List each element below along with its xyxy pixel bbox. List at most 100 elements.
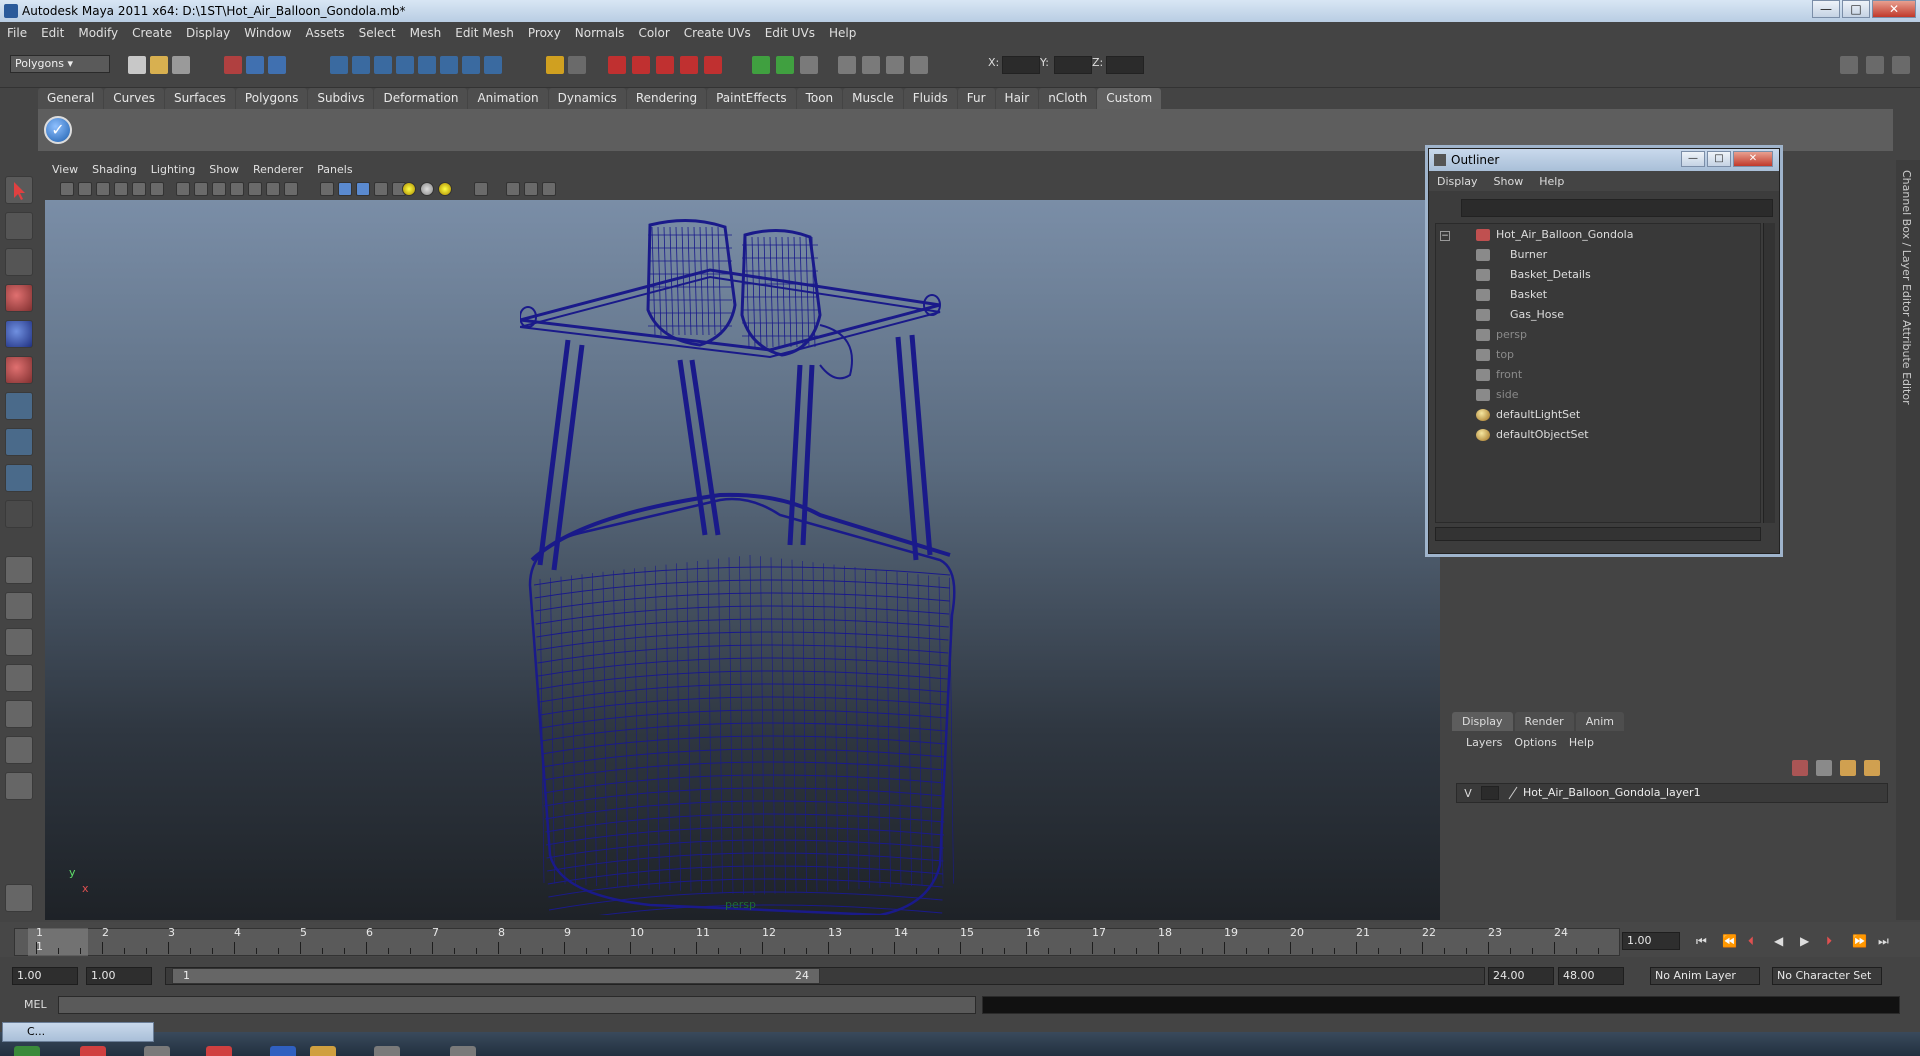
taskbar-app-icon[interactable]: [80, 1046, 106, 1056]
hypershade-layout-icon[interactable]: [5, 700, 33, 728]
layer-stack-icon[interactable]: [1816, 760, 1832, 776]
outliner-maximize-button[interactable]: □: [1707, 151, 1731, 167]
new-empty-layer-icon[interactable]: [1864, 760, 1880, 776]
outliner-collapse-icon[interactable]: −: [1440, 226, 1450, 244]
snap-grid-icon[interactable]: [330, 56, 348, 74]
shelf-tab-subdivs[interactable]: Subdivs: [308, 88, 374, 109]
render-view-icon[interactable]: [704, 56, 722, 74]
mel-label[interactable]: MEL: [24, 998, 47, 1011]
universal-manipulator-icon[interactable]: [5, 392, 33, 420]
play-backward-icon[interactable]: ◀: [1774, 934, 1783, 948]
viewport-menu-shading[interactable]: Shading: [85, 163, 144, 176]
save-scene-icon[interactable]: [172, 56, 190, 74]
grease-pencil-icon[interactable]: [150, 182, 164, 196]
custom-layout-icon[interactable]: [5, 772, 33, 800]
outliner-item-top[interactable]: top: [1476, 346, 1514, 364]
create-layer-from-selected-icon[interactable]: [1840, 760, 1856, 776]
field-chart-icon[interactable]: [248, 182, 262, 196]
step-forward-key-icon[interactable]: ⏩: [1852, 934, 1867, 948]
safe-action-icon[interactable]: [266, 182, 280, 196]
side-tab-attribute-editor[interactable]: Attribute Editor: [1900, 320, 1913, 405]
animation-start-field[interactable]: 1.00: [12, 967, 78, 985]
select-hierarchy-icon[interactable]: [224, 56, 242, 74]
two-d-pan-icon[interactable]: [132, 182, 146, 196]
start-button-icon[interactable]: [14, 1046, 40, 1056]
help-icon[interactable]: [484, 56, 502, 74]
layer-tab-anim[interactable]: Anim: [1575, 712, 1624, 731]
current-time-field[interactable]: 1.00: [1622, 932, 1680, 950]
hypershade-icon[interactable]: [680, 56, 698, 74]
y-field[interactable]: [1054, 56, 1092, 74]
viewport-menu-view[interactable]: View: [45, 163, 85, 176]
anim-layer-selector[interactable]: No Anim Layer: [1650, 967, 1760, 985]
new-layer-icon[interactable]: [1792, 760, 1808, 776]
menu-select[interactable]: Select: [352, 26, 403, 40]
x-field[interactable]: [1002, 56, 1040, 74]
z-field[interactable]: [1106, 56, 1144, 74]
shelf-tab-hair[interactable]: Hair: [995, 88, 1039, 109]
shelf-tab-general[interactable]: General: [38, 88, 104, 109]
layer-visibility-toggle[interactable]: V: [1459, 785, 1477, 801]
taskbar-app-icon[interactable]: [206, 1046, 232, 1056]
menu-edit[interactable]: Edit: [34, 26, 71, 40]
layer-tab-display[interactable]: Display: [1452, 712, 1513, 731]
rotate-tool-icon[interactable]: [5, 320, 33, 348]
close-button[interactable]: ✕: [1872, 0, 1916, 18]
menu-set-selector[interactable]: Polygons ▾: [10, 55, 110, 73]
two-sided-lighting-icon[interactable]: [542, 182, 556, 196]
selection-highlight-icon[interactable]: [568, 56, 586, 74]
outliner-filter-field[interactable]: [1461, 199, 1773, 217]
taskbar-app-icon[interactable]: [310, 1046, 336, 1056]
paint-select-tool-icon[interactable]: [5, 248, 33, 276]
outliner-menu-show[interactable]: Show: [1486, 175, 1532, 188]
shelf-tab-painteffects[interactable]: PaintEffects: [707, 88, 796, 109]
shelf-tab-muscle[interactable]: Muscle: [843, 88, 903, 109]
animation-end-field[interactable]: 48.00: [1558, 967, 1624, 985]
resolution-gate-icon[interactable]: [212, 182, 226, 196]
menu-edit-uvs[interactable]: Edit UVs: [758, 26, 822, 40]
character-set-selector[interactable]: No Character Set: [1772, 967, 1882, 985]
viewport-menu-panels[interactable]: Panels: [310, 163, 359, 176]
tool-settings-toggle-icon[interactable]: [862, 56, 880, 74]
menu-help[interactable]: Help: [822, 26, 863, 40]
menu-proxy[interactable]: Proxy: [521, 26, 568, 40]
menu-create[interactable]: Create: [125, 26, 179, 40]
attribute-editor-toggle-icon[interactable]: [838, 56, 856, 74]
go-to-start-icon[interactable]: ⏮: [1696, 934, 1707, 949]
gondola-wireframe-model[interactable]: [520, 215, 970, 915]
playback-start-field[interactable]: 1.00: [86, 967, 152, 985]
sidebar-toggle-icon[interactable]: [800, 56, 818, 74]
input-line-icon[interactable]: [776, 56, 794, 74]
persp-outliner-layout-icon[interactable]: [5, 628, 33, 656]
viewport-menu-show[interactable]: Show: [202, 163, 246, 176]
taskbar-app-icon[interactable]: [374, 1046, 400, 1056]
outliner-item-burner[interactable]: Burner: [1476, 246, 1547, 264]
outliner-item-gas-hose[interactable]: Gas_Hose: [1476, 306, 1564, 324]
single-perspective-layout-icon[interactable]: [5, 556, 33, 584]
outliner-menu-display[interactable]: Display: [1429, 175, 1486, 188]
menu-color[interactable]: Color: [631, 26, 676, 40]
snap-curve-icon[interactable]: [352, 56, 370, 74]
gate-mask-icon[interactable]: [230, 182, 244, 196]
select-tool-icon[interactable]: [5, 176, 33, 204]
bookmark-icon[interactable]: [96, 182, 110, 196]
shelf-tab-animation[interactable]: Animation: [468, 88, 548, 109]
viewport-menu-renderer[interactable]: Renderer: [246, 163, 310, 176]
input-output-icon[interactable]: [752, 56, 770, 74]
channel-box-toggle-icon[interactable]: [886, 56, 904, 74]
default-light-icon[interactable]: [438, 182, 452, 196]
range-slider-handle[interactable]: 1 24: [172, 968, 820, 984]
minimize-button[interactable]: —: [1812, 0, 1840, 18]
use-all-lights-icon[interactable]: [402, 182, 416, 196]
persp-graph-layout-icon[interactable]: [5, 664, 33, 692]
lasso-tool-icon[interactable]: [5, 212, 33, 240]
time-slider-track[interactable]: [14, 928, 1620, 956]
smooth-shade-icon[interactable]: [338, 182, 352, 196]
show-manipulator-icon[interactable]: [5, 464, 33, 492]
shelf-tab-polygons[interactable]: Polygons: [235, 88, 308, 109]
outliner-item-basket[interactable]: Basket: [1476, 286, 1547, 304]
hud-toggle-icon[interactable]: [506, 182, 520, 196]
menu-normals[interactable]: Normals: [568, 26, 632, 40]
outliner-item-root[interactable]: Hot_Air_Balloon_Gondola: [1476, 226, 1633, 244]
shelf-tab-custom[interactable]: Custom: [1097, 88, 1162, 109]
